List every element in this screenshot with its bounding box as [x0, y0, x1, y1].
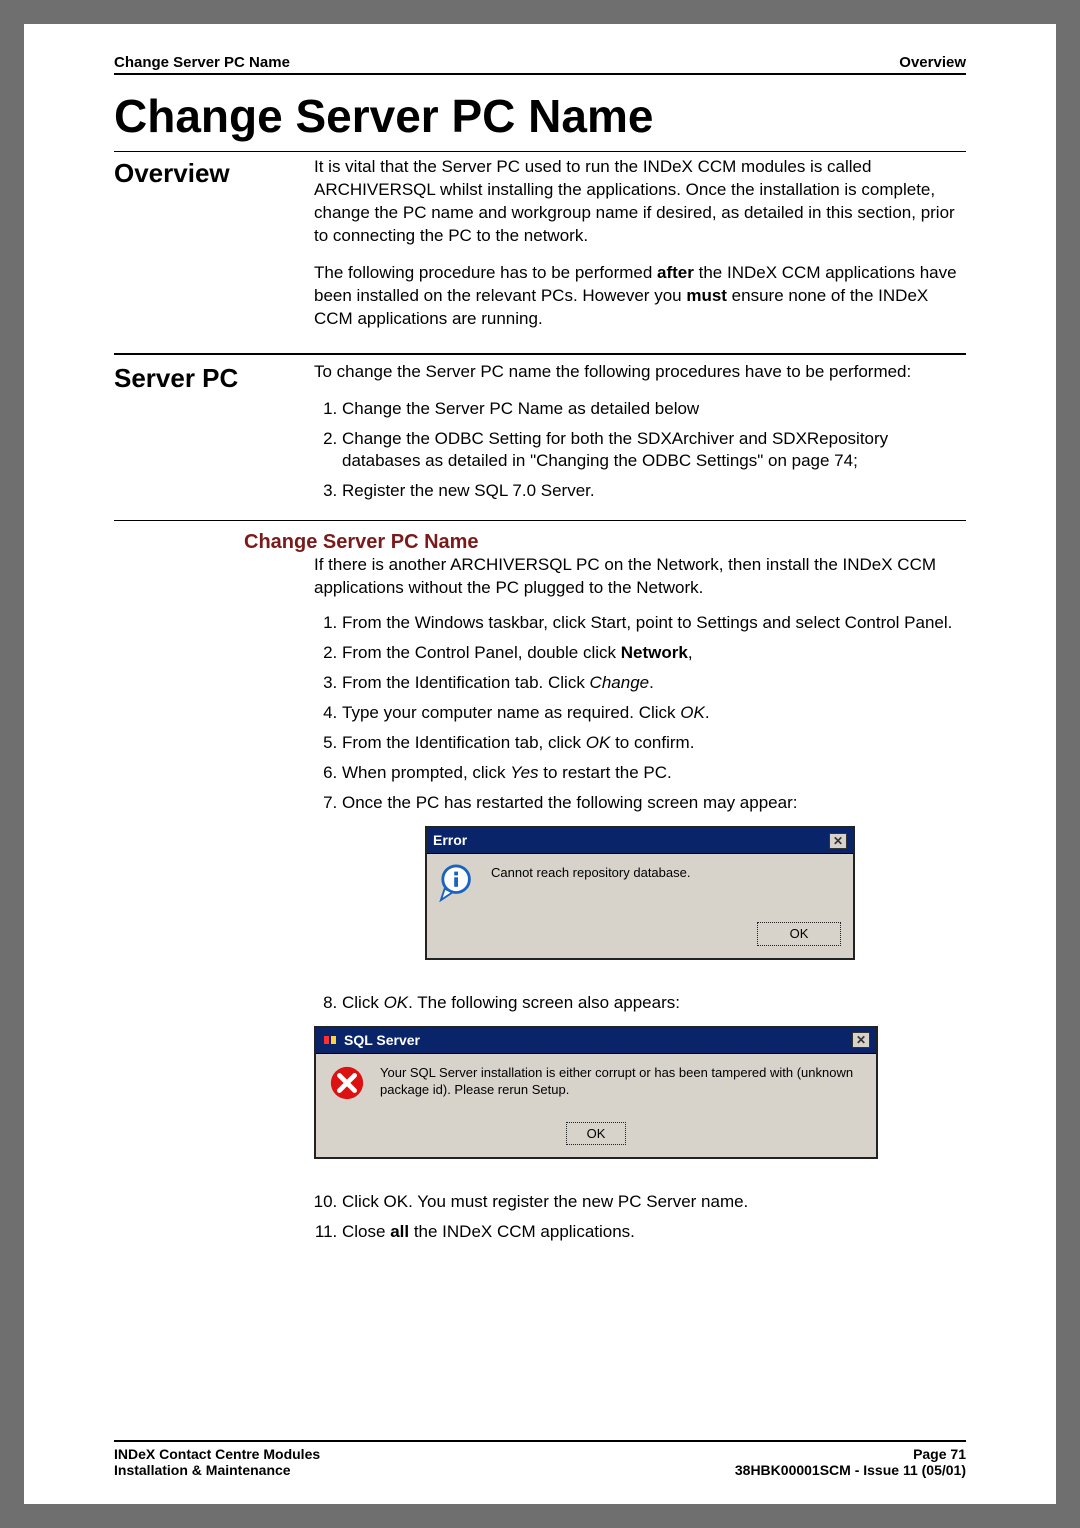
divider [114, 151, 966, 152]
subsection-steps-final: Click OK. You must register the new PC S… [314, 1191, 966, 1243]
divider [114, 520, 966, 521]
ok-button[interactable]: OK [566, 1122, 626, 1146]
dialog-body: Cannot reach repository database. [427, 854, 853, 916]
subsection-heading: Change Server PC Name [244, 531, 966, 554]
footer-doc-id: 38HBK00001SCM - Issue 11 (05/01) [735, 1462, 966, 1478]
list-item: When prompted, click Yes to restart the … [342, 762, 966, 784]
text: When prompted, click [342, 763, 510, 782]
text: The following procedure has to be perfor… [314, 263, 657, 282]
overview-para2: The following procedure has to be perfor… [314, 262, 966, 331]
footer-product: INDeX Contact Centre Modules [114, 1446, 320, 1462]
server-pc-intro: To change the Server PC name the followi… [314, 361, 966, 384]
section-body-server-pc: To change the Server PC name the followi… [314, 361, 966, 510]
subsection-body: If there is another ARCHIVERSQL PC on th… [314, 554, 966, 1252]
document-page: Change Server PC Name Overview Change Se… [24, 24, 1056, 1504]
dialog-title-text: Error [433, 831, 467, 850]
section-heading-overview: Overview [114, 156, 314, 345]
list-item: Change the Server PC Name as detailed be… [342, 398, 966, 420]
text: Type your computer name as required. Cli… [342, 703, 680, 722]
section-overview: Overview It is vital that the Server PC … [114, 156, 966, 345]
footer-left: INDeX Contact Centre Modules Installatio… [114, 1446, 320, 1478]
close-icon[interactable]: ✕ [829, 833, 847, 849]
list-item: Click OK. You must register the new PC S… [342, 1191, 966, 1213]
footer-page-number: Page 71 [735, 1446, 966, 1462]
text: From the Identification tab. Click [342, 673, 590, 692]
page-title: Change Server PC Name [114, 89, 966, 143]
section-server-pc: Server PC To change the Server PC name t… [114, 361, 966, 510]
dialog-message: Cannot reach repository database. [491, 864, 690, 882]
page-footer: INDeX Contact Centre Modules Installatio… [114, 1440, 966, 1478]
text: From the Identification tab, click [342, 733, 586, 752]
text: . The following screen also appears: [408, 993, 680, 1012]
dialog-title-text: SQL Server [344, 1031, 420, 1050]
dialog-titlebar: Error ✕ [427, 828, 853, 854]
list-item: Click OK. The following screen also appe… [342, 992, 966, 1014]
italic-text: OK [384, 993, 409, 1012]
text: to confirm. [610, 733, 694, 752]
running-header: Change Server PC Name Overview [114, 54, 966, 75]
subsection-steps: From the Windows taskbar, click Start, p… [314, 612, 966, 815]
running-header-left: Change Server PC Name [114, 54, 290, 71]
footer-doc-type: Installation & Maintenance [114, 1462, 320, 1478]
footer-right: Page 71 38HBK00001SCM - Issue 11 (05/01) [735, 1446, 966, 1478]
subsection-steps-cont: Click OK. The following screen also appe… [314, 992, 966, 1014]
list-item: From the Identification tab. Click Chang… [342, 672, 966, 694]
text: From the Control Panel, double click [342, 643, 621, 662]
text: to restart the PC. [539, 763, 672, 782]
list-item: Type your computer name as required. Cli… [342, 702, 966, 724]
section-heading-server-pc: Server PC [114, 361, 314, 510]
dialog-message: Your SQL Server installation is either c… [380, 1064, 864, 1099]
close-icon[interactable]: ✕ [852, 1032, 870, 1048]
bold-text: after [657, 263, 694, 282]
list-item: Close all the INDeX CCM applications. [342, 1221, 966, 1243]
section-body-overview: It is vital that the Server PC used to r… [314, 156, 966, 345]
list-item: Register the new SQL 7.0 Server. [342, 480, 966, 502]
dialog-body: Your SQL Server installation is either c… [316, 1054, 876, 1116]
dialog-titlebar: SQL Server ✕ [316, 1028, 876, 1054]
overview-para1: It is vital that the Server PC used to r… [314, 156, 966, 248]
text: . [705, 703, 710, 722]
text: Click [342, 993, 384, 1012]
info-icon [439, 864, 477, 902]
list-item: From the Identification tab, click OK to… [342, 732, 966, 754]
bold-text: must [686, 286, 727, 305]
list-item: From the Control Panel, double click Net… [342, 642, 966, 664]
italic-text: Change [590, 673, 650, 692]
list-item: Change the ODBC Setting for both the SDX… [342, 428, 966, 472]
subsection-intro: If there is another ARCHIVERSQL PC on th… [314, 554, 966, 600]
dialog-sql-server: SQL Server ✕ Your SQL Server installatio… [314, 1026, 878, 1159]
italic-text: Yes [510, 763, 538, 782]
bold-text: Network [621, 643, 688, 662]
sql-server-icon [322, 1033, 338, 1047]
running-header-right: Overview [899, 54, 966, 71]
server-pc-steps: Change the Server PC Name as detailed be… [314, 398, 966, 502]
dialog-buttons: OK [427, 916, 853, 958]
text: . [649, 673, 654, 692]
italic-text: OK [586, 733, 611, 752]
text: Close [342, 1222, 390, 1241]
list-item: From the Windows taskbar, click Start, p… [342, 612, 966, 634]
dialog-buttons: OK [316, 1116, 876, 1158]
dialog-error: Error ✕ Cannot reach repository database… [425, 826, 855, 959]
error-icon [328, 1064, 366, 1102]
text: , [688, 643, 693, 662]
italic-text: OK [680, 703, 705, 722]
bold-text: all [390, 1222, 409, 1241]
ok-button[interactable]: OK [757, 922, 841, 946]
text: the INDeX CCM applications. [409, 1222, 635, 1241]
divider [114, 353, 966, 355]
list-item: Once the PC has restarted the following … [342, 792, 966, 814]
